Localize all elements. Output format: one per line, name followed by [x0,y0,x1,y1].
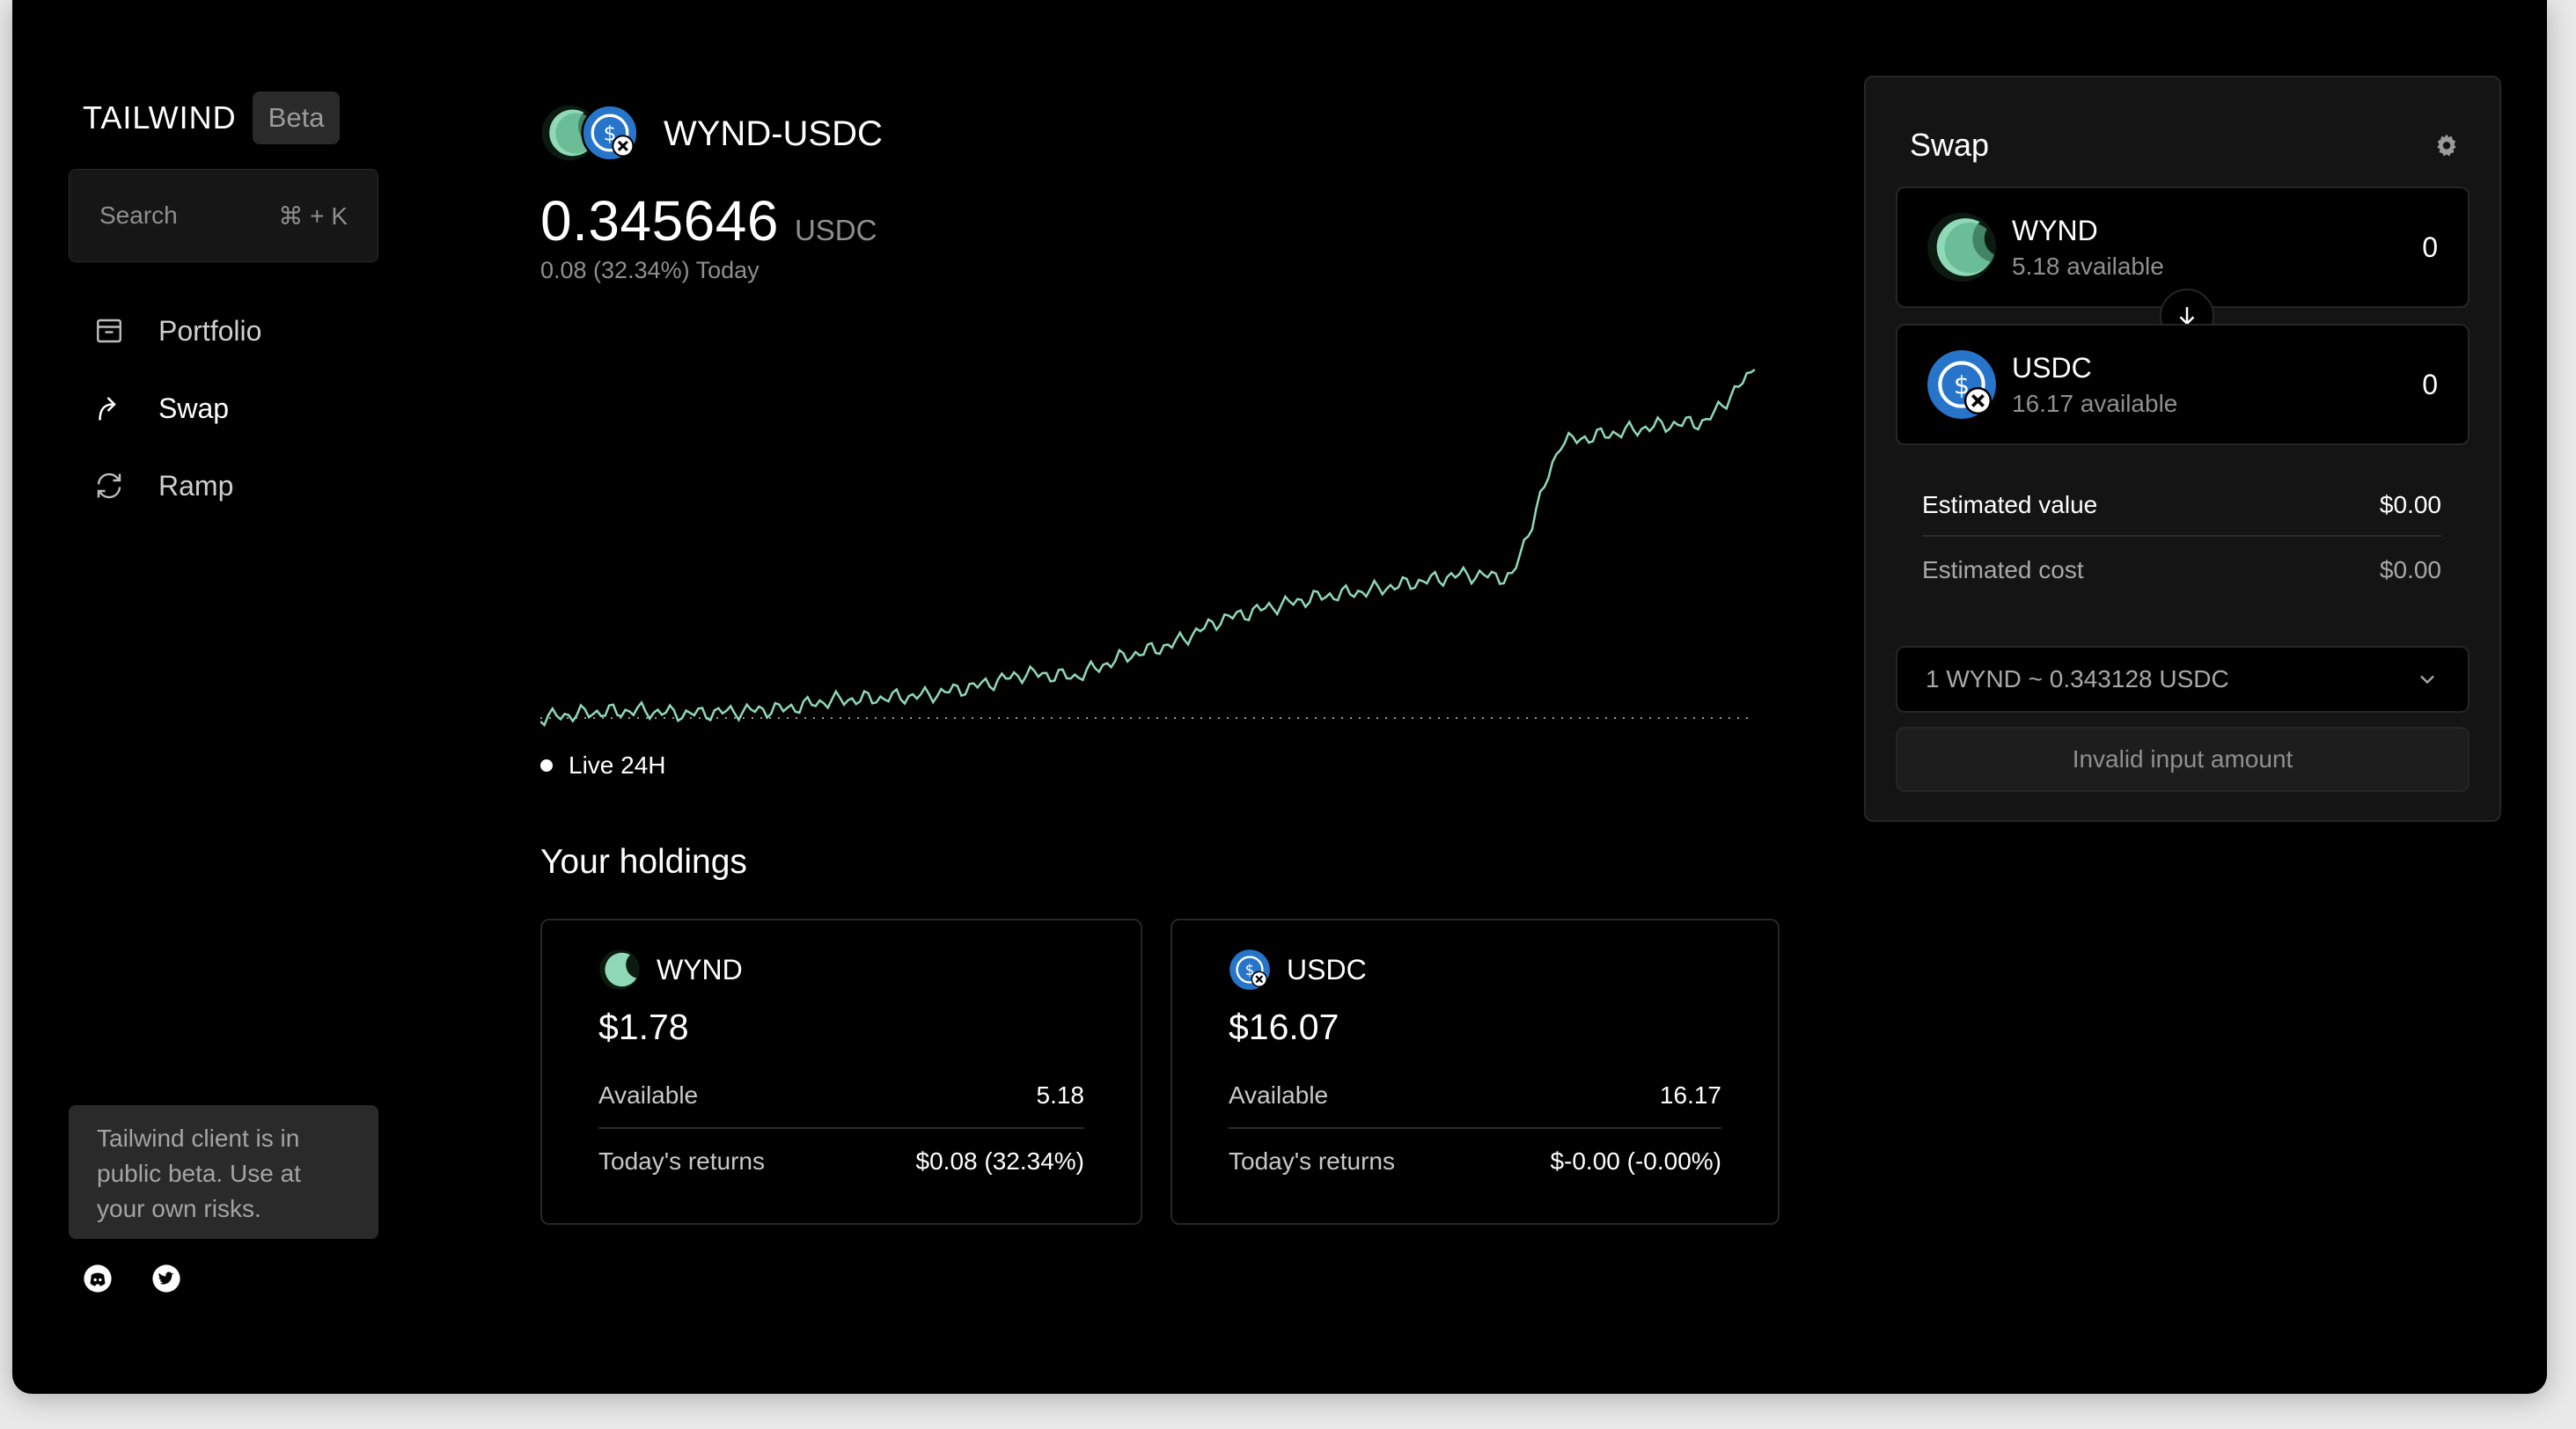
divider [1922,535,2441,537]
returns-value: $0.08 (32.34%) [915,1147,1084,1175]
available-label: Available [1229,1081,1329,1109]
logo-text: TAILWIND [83,99,237,136]
holding-returns-row: Today's returns $0.08 (32.34%) [598,1129,1084,1194]
wynd-token-icon [599,949,640,990]
sidebar-item-swap[interactable]: Swap [93,370,261,447]
live-dot [540,759,553,772]
estimated-value: $0.00 [2379,491,2441,518]
available-value: 16.17 [1659,1081,1721,1109]
holding-available-row: Available 5.18 [598,1064,1084,1129]
chart-range-label: Live 24H [569,751,666,779]
sidebar-item-ramp[interactable]: Ramp [93,447,261,524]
available-value: 5.18 [1036,1081,1085,1109]
returns-label: Today's returns [1229,1147,1395,1175]
refresh-icon [97,473,121,499]
swap-arrow-icon [99,397,116,421]
sidebar-item-label: Swap [158,392,230,424]
usdc-token-icon: $ [581,104,639,162]
usdc-token-icon: $ [1229,949,1270,990]
discord-icon[interactable] [83,1264,113,1293]
gear-icon[interactable] [2433,132,2461,160]
price-value: 0.345646 [540,189,779,253]
logo[interactable]: TAILWIND Beta [83,92,341,144]
token-info: USDC 16.17 available [2012,352,2332,418]
estimated-value-label: Estimated value [1922,491,2098,518]
holding-header: $ USDC [1229,947,1721,993]
search-shortcut: ⌘ + K [278,202,348,230]
holding-symbol: USDC [1287,953,1367,986]
beta-notice: Tailwind client is in public beta. Use a… [69,1105,378,1239]
holding-value: $16.07 [1229,1007,1339,1047]
twitter-icon[interactable] [151,1264,181,1293]
swap-to-token[interactable]: $ USDC 16.17 available [1896,324,2470,445]
returns-label: Today's returns [598,1147,765,1175]
token-symbol: WYND [2012,214,2098,246]
token-info: WYND 5.18 available [2012,215,2332,281]
token-symbol: USDC [2012,351,2092,384]
holding-card-usdc: $ USDC $16.07 Available 16.17 Today's re… [1171,919,1780,1225]
chart-series-line [540,368,1755,727]
swap-submit-button[interactable]: Invalid input amount [1896,727,2470,792]
app-window: TAILWIND Beta Search ⌘ + K Portfolio Swa… [12,0,2547,1394]
estimated-cost-label: Estimated cost [1922,556,2084,583]
social-links [83,1264,181,1293]
usdc-token-icon: $ [1927,350,1996,419]
price-chart[interactable] [540,352,1755,730]
exchange-rate-dropdown[interactable]: 1 WYND ~ 0.343128 USDC [1896,646,2470,713]
holding-returns-row: Today's returns $-0.00 (-0.00%) [1229,1129,1721,1194]
sidebar-item-label: Ramp [158,469,234,502]
exchange-rate: 1 WYND ~ 0.343128 USDC [1926,665,2229,693]
holdings-title: Your holdings [540,843,747,881]
swap-panel: Swap WYND 5.18 available 0 $ USDC 16.17 … [1864,76,2501,822]
returns-value: $-0.00 (-0.00%) [1550,1147,1721,1175]
sidebar-item-label: Portfolio [158,314,262,347]
holding-card-wynd: WYND $1.78 Available 5.18 Today's return… [540,919,1142,1225]
search-button[interactable]: Search ⌘ + K [69,169,378,262]
price-unit: USDC [794,214,877,246]
search-placeholder: Search [99,202,178,229]
sidebar-nav: Portfolio Swap Ramp [93,292,261,524]
price-display: 0.345646 USDC [540,188,877,253]
estimated-cost-row: Estimated cost $0.00 [1922,556,2441,584]
sidebar-item-portfolio[interactable]: Portfolio [93,292,261,370]
holding-header: WYND [598,947,1084,993]
from-amount-input[interactable] [2332,231,2438,264]
price-change: 0.08 (32.34%) Today [540,257,760,283]
estimated-value-row: Estimated value $0.00 [1922,491,2441,519]
holding-available-row: Available 16.17 [1229,1064,1721,1129]
swap-title: Swap [1910,127,1990,163]
available-label: Available [598,1081,699,1109]
holding-symbol: WYND [657,953,743,986]
pair-name: WYND-USDC [664,114,883,153]
wynd-token-icon [1927,213,1996,282]
to-amount-input[interactable] [2332,368,2438,401]
beta-badge: Beta [252,92,341,144]
token-available: 5.18 available [2012,252,2164,280]
archive-icon [97,319,121,343]
pair-icons: $ [540,104,655,164]
chevron-down-icon [2420,675,2434,685]
token-available: 16.17 available [2012,389,2178,417]
chart-range-indicator[interactable]: Live 24H [540,751,666,780]
estimated-cost: $0.00 [2379,556,2441,583]
pair-header: $ WYND-USDC [540,104,883,164]
holding-value: $1.78 [598,1007,689,1047]
